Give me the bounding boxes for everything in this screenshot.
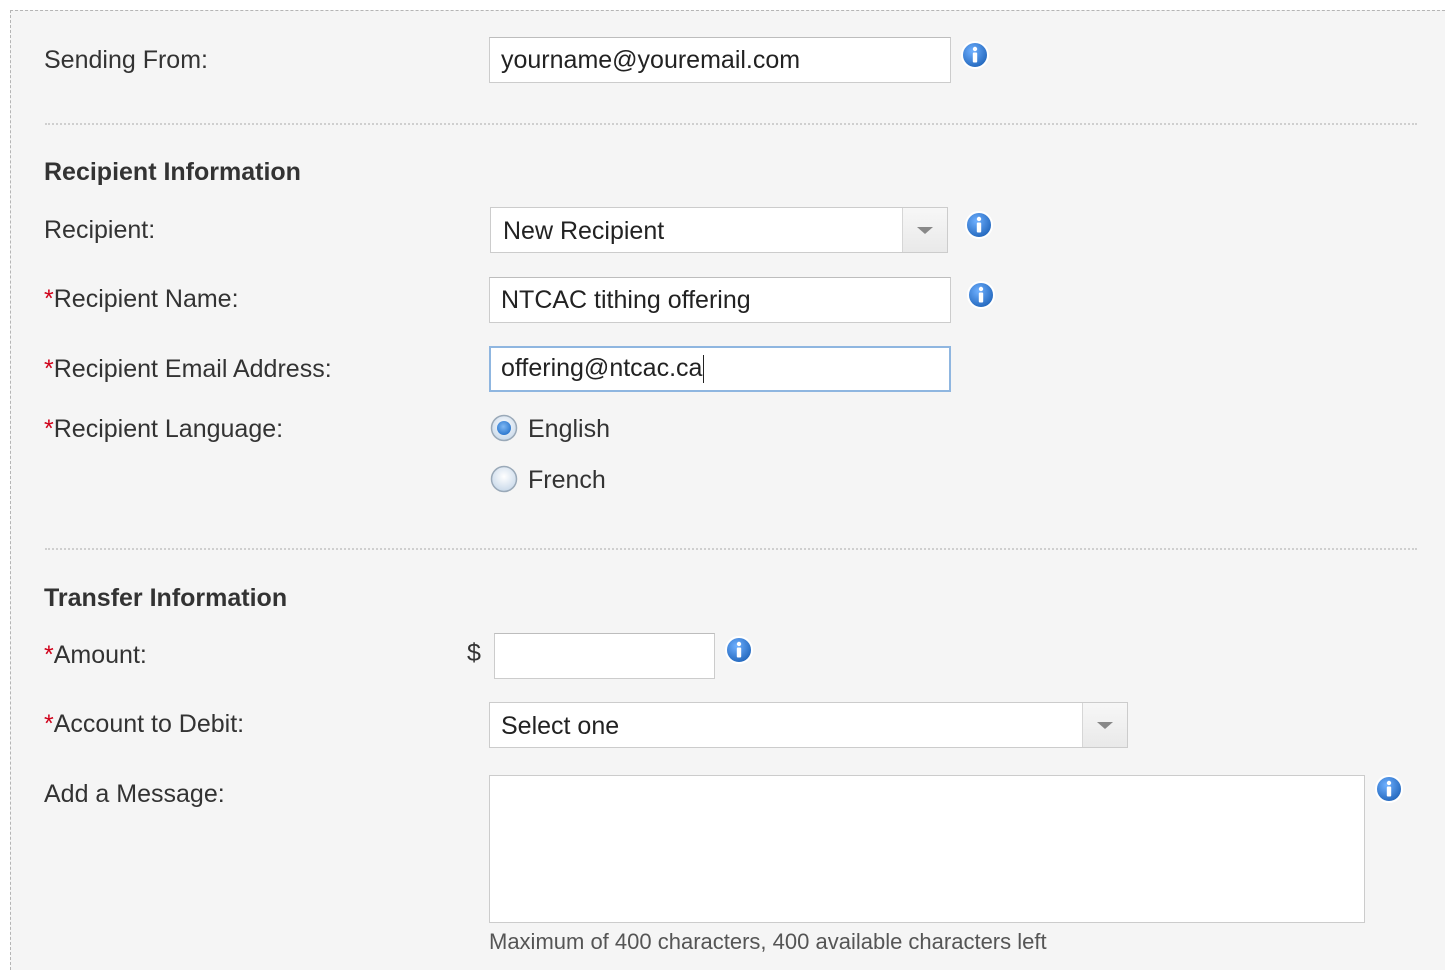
- amount-label-text: Amount:: [53, 641, 147, 669]
- radio-english-label[interactable]: English: [528, 415, 610, 444]
- transfer-form-panel: Sending From: yourname@youremail.com Rec…: [10, 10, 1445, 970]
- radio-french-label[interactable]: French: [528, 466, 606, 495]
- message-label: Add a Message:: [44, 780, 225, 808]
- message-textarea[interactable]: [489, 775, 1365, 923]
- info-icon[interactable]: [960, 40, 990, 70]
- info-icon[interactable]: [1374, 774, 1404, 804]
- chevron-down-icon: [917, 227, 933, 234]
- account-to-debit-select[interactable]: Select one: [489, 702, 1128, 748]
- text-caret: [703, 355, 705, 384]
- account-select-arrow[interactable]: [1082, 703, 1127, 747]
- recipient-email-value: offering@ntcac.ca: [501, 354, 703, 382]
- account-to-debit-label: *Account to Debit:: [44, 710, 244, 739]
- account-to-debit-label-text: Account to Debit:: [53, 710, 245, 738]
- info-icon[interactable]: [964, 210, 994, 240]
- recipient-select-value: New Recipient: [503, 217, 665, 245]
- amount-label: *Amount:: [44, 641, 147, 670]
- required-mark: *: [44, 415, 54, 443]
- currency-symbol: $: [467, 639, 481, 667]
- recipient-label: Recipient:: [44, 216, 156, 244]
- recipient-language-label: *Recipient Language:: [44, 415, 283, 444]
- transfer-section-title: Transfer Information: [44, 584, 288, 612]
- sending-from-field[interactable]: yourname@youremail.com: [489, 37, 951, 83]
- recipient-section-title: Recipient Information: [44, 158, 301, 186]
- info-icon[interactable]: [724, 635, 754, 665]
- section-divider: [45, 123, 1417, 125]
- required-mark: *: [44, 710, 54, 738]
- recipient-language-label-text: Recipient Language:: [53, 415, 284, 443]
- recipient-email-label-text: Recipient Email Address:: [53, 355, 332, 383]
- account-to-debit-value: Select one: [501, 712, 620, 740]
- recipient-email-label: *Recipient Email Address:: [44, 355, 332, 384]
- recipient-name-field[interactable]: NTCAC tithing offering: [489, 277, 951, 323]
- required-mark: *: [44, 355, 54, 383]
- sending-from-label: Sending From:: [44, 46, 208, 74]
- section-divider: [45, 548, 1417, 550]
- recipient-name-label-text: Recipient Name:: [53, 285, 239, 313]
- message-character-hint: Maximum of 400 characters, 400 available…: [489, 929, 1047, 954]
- recipient-email-field[interactable]: offering@ntcac.ca: [489, 346, 951, 392]
- required-mark: *: [44, 285, 54, 313]
- recipient-name-label: *Recipient Name:: [44, 285, 239, 314]
- radio-french[interactable]: [490, 465, 518, 493]
- radio-english[interactable]: [490, 414, 518, 442]
- info-icon[interactable]: [966, 280, 996, 310]
- recipient-select-arrow[interactable]: [902, 208, 947, 252]
- recipient-select[interactable]: New Recipient: [490, 207, 948, 253]
- chevron-down-icon: [1097, 722, 1113, 729]
- required-mark: *: [44, 641, 54, 669]
- amount-field[interactable]: [494, 633, 715, 679]
